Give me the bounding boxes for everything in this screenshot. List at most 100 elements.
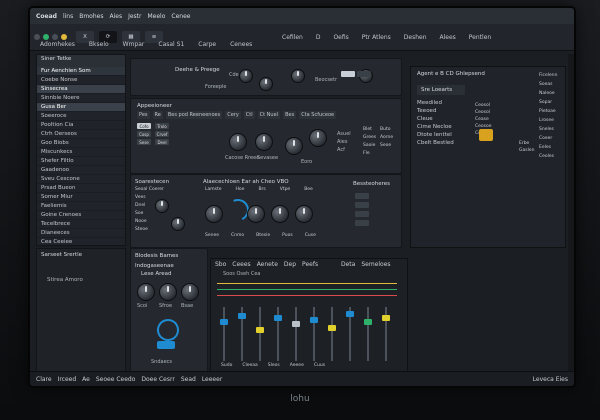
side-item[interactable]: Coeer — [539, 136, 557, 141]
tab[interactable]: Pes — [137, 111, 150, 119]
fader-cap[interactable] — [274, 315, 282, 321]
knob-icon[interactable] — [155, 199, 169, 213]
browser-item[interactable]: Shefer Filtlo — [37, 157, 125, 166]
side-item[interactable]: Sopar — [539, 100, 557, 105]
toolbar-tab[interactable]: Pentlen — [465, 32, 495, 43]
side-button[interactable] — [355, 193, 369, 199]
mixer-tab[interactable]: Ceees — [232, 261, 250, 268]
side-item[interactable]: Sneles — [539, 127, 557, 132]
side-button[interactable] — [355, 202, 369, 208]
tab[interactable]: Ct Nuel — [257, 111, 281, 119]
mixer-bottom-label[interactable]: Sudo — [221, 363, 232, 368]
knob-icon[interactable] — [181, 283, 199, 301]
browser-item[interactable]: Ctrh Oerseos — [37, 130, 125, 139]
tab[interactable]: Re — [152, 111, 163, 119]
side-item[interactable]: Ceoles — [539, 154, 557, 159]
grid-label[interactable]: Saoie — [363, 143, 377, 148]
knob-icon[interactable] — [285, 137, 303, 155]
grid-label[interactable]: Fle — [363, 151, 377, 156]
menu-item[interactable]: Aies — [109, 13, 122, 20]
status-item[interactable]: Ae — [82, 376, 90, 383]
side-item[interactable]: Soeas — [539, 82, 557, 87]
mixer-bottom-label[interactable]: Aeeee — [290, 363, 304, 368]
knob-icon[interactable] — [271, 205, 289, 223]
fader-cap[interactable] — [382, 315, 390, 321]
browser-item[interactable]: Prsad Bueon — [37, 184, 125, 193]
browser-item[interactable]: Sinsecrea — [37, 85, 125, 94]
knob-icon[interactable] — [229, 133, 247, 151]
mixer-tab[interactable]: Deta — [341, 261, 355, 268]
subtab[interactable]: Cenees — [226, 39, 256, 50]
subtab[interactable]: Bkselo — [85, 39, 113, 50]
knob-icon[interactable] — [295, 205, 313, 223]
toolbar-tab[interactable]: Oefis — [329, 32, 352, 43]
side-button[interactable] — [355, 211, 369, 217]
right-scrollbar[interactable] — [568, 54, 574, 374]
knob-icon[interactable] — [259, 77, 273, 91]
value[interactable]: Ceosol — [475, 110, 492, 115]
status-item[interactable]: Sead — [181, 376, 196, 383]
knob-icon[interactable] — [309, 129, 327, 147]
mixer-tab[interactable]: Dep — [284, 261, 296, 268]
menu-item[interactable]: Bmohes — [79, 13, 103, 20]
grid-label[interactable]: Aorne — [380, 135, 394, 140]
toolbar-tab[interactable]: Ptr Atlens — [358, 32, 395, 43]
mixer-tab[interactable]: Peefs — [302, 261, 318, 268]
toolbar-tab[interactable]: Alees — [436, 32, 460, 43]
browser-item[interactable]: Dianeeces — [37, 229, 125, 238]
fader-cap[interactable] — [220, 319, 228, 325]
side-item[interactable]: Naleoe — [539, 91, 557, 96]
sample-item[interactable]: Stirea Amoro — [37, 261, 125, 283]
status-item[interactable]: Seoee Ceedo — [96, 376, 136, 383]
browser-item[interactable]: Faeliemis — [37, 202, 125, 211]
browser-item[interactable]: Goine Crenoes — [37, 211, 125, 220]
menu-item[interactable]: lins — [63, 13, 73, 20]
value[interactable]: Cease — [475, 117, 492, 122]
mixer-tab[interactable]: Aenete — [257, 261, 278, 268]
menu-item[interactable]: Jestr — [128, 13, 141, 20]
tab[interactable]: Cta Scfuceoe — [299, 111, 337, 119]
chip[interactable]: Trolo — [155, 123, 169, 129]
sample-pad[interactable] — [157, 341, 175, 349]
knob-icon[interactable] — [255, 133, 273, 151]
power-button[interactable] — [479, 129, 493, 141]
mixer-bottom-label[interactable]: Cuus — [314, 363, 325, 368]
fader-cap[interactable] — [292, 321, 300, 327]
mixer-tab[interactable]: Semeloes — [361, 261, 390, 268]
subtab[interactable]: Casal S1 — [154, 39, 188, 50]
side-button[interactable] — [355, 220, 369, 226]
status-item[interactable]: Irceed — [58, 376, 77, 383]
grid-label[interactable]: Buto — [380, 127, 394, 132]
knob-icon[interactable] — [205, 205, 223, 223]
toggle-button[interactable] — [357, 71, 371, 77]
browser-item[interactable]: Goo Biobs — [37, 139, 125, 148]
tab[interactable]: Bes pod Reeneenoes — [165, 111, 223, 119]
browser-item[interactable]: Miscunkecs — [37, 148, 125, 157]
browser-item[interactable]: Gusa Ber — [37, 103, 125, 112]
browser-item[interactable]: Somer Miur — [37, 193, 125, 202]
menu-item[interactable]: Cenee — [171, 13, 190, 20]
knob-icon[interactable] — [171, 217, 185, 231]
browser-item[interactable]: Soeeroce — [37, 112, 125, 121]
chip[interactable]: Cosp — [137, 131, 151, 137]
status-item[interactable]: Clare — [36, 376, 52, 383]
browser-item[interactable]: Sinnbie Noere — [37, 94, 125, 103]
subtab[interactable]: Wmpar — [119, 39, 149, 50]
side-item[interactable]: Eeles — [539, 145, 557, 150]
status-item[interactable]: Leeeer — [202, 376, 222, 383]
inspector-tag[interactable]: Sre Loearts — [417, 85, 465, 95]
side-item[interactable]: Pietoae — [539, 109, 557, 114]
toolbar-tab[interactable]: Deshen — [400, 32, 431, 43]
fader-cap[interactable] — [256, 327, 264, 333]
knob-icon[interactable] — [247, 205, 265, 223]
browser-item[interactable]: Fur Aenchien Som — [37, 67, 125, 76]
tab[interactable]: Bes — [283, 111, 297, 119]
tab[interactable]: Ctl — [243, 111, 255, 119]
mixer-bottom-label[interactable]: Sleos — [268, 363, 280, 368]
side-item[interactable]: Ficelenn — [539, 73, 557, 78]
status-item[interactable]: Doee Cesrr — [141, 376, 174, 383]
grid-label[interactable]: Seoe — [380, 143, 394, 148]
browser-item[interactable]: Coebe Nonse — [37, 76, 125, 85]
side-item[interactable]: Lrosee — [539, 118, 557, 123]
chip[interactable]: Crvef — [155, 131, 169, 137]
